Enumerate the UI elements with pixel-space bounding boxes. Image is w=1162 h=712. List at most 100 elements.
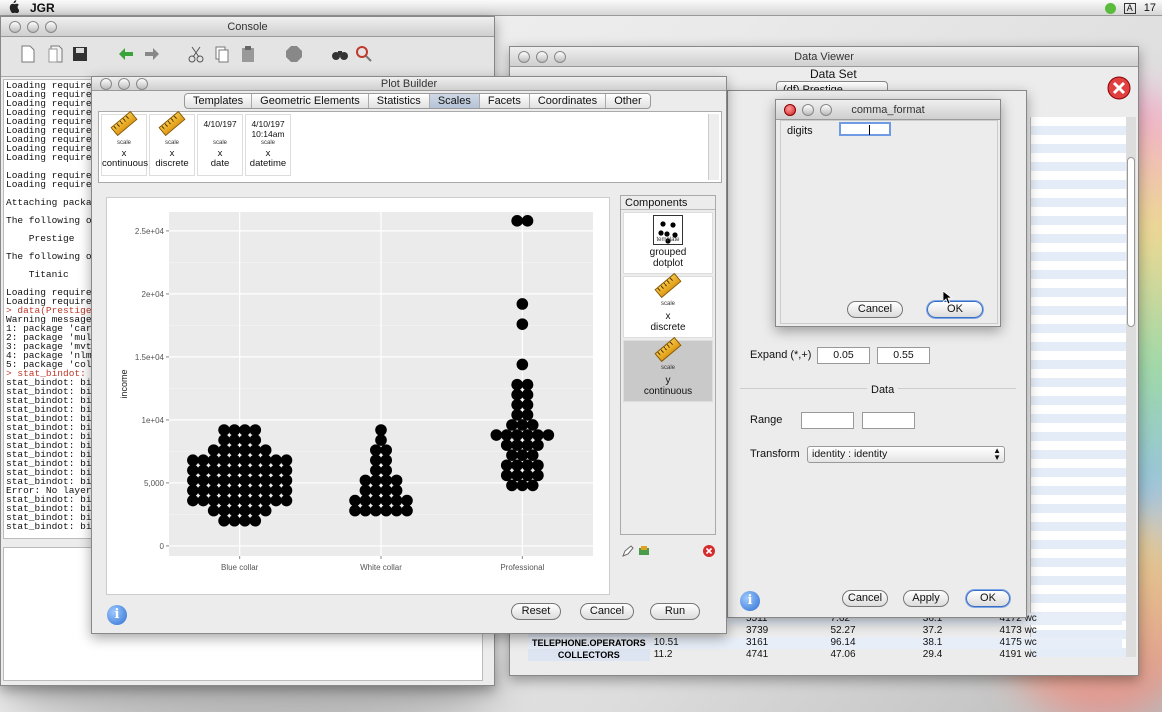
run-button[interactable]: Run [650, 603, 700, 620]
close-window-button[interactable] [518, 51, 530, 63]
transform-select[interactable]: identity : identity ▲ ▼ [807, 446, 1005, 463]
zoom-window-button[interactable] [45, 21, 57, 33]
tab-facets[interactable]: Facets [480, 94, 530, 108]
tab-coordinates[interactable]: Coordinates [530, 94, 607, 108]
find-binoculars-icon[interactable] [331, 45, 349, 63]
data-dot [380, 454, 393, 467]
component-x-discrete[interactable]: scale x discrete [623, 272, 713, 338]
minimize-window-button[interactable] [27, 21, 39, 33]
components-panel: Components template grouped dotplot scale x d… [620, 195, 716, 535]
copy-icon[interactable] [213, 45, 231, 63]
data-dot [280, 474, 293, 487]
minimize-window-button[interactable] [802, 104, 814, 116]
apple-menu-icon[interactable] [0, 0, 26, 16]
console-title: Console [227, 21, 268, 33]
table-row[interactable]: TELEPHONE.OPERATORS 10.51 3161 96.14 38.1 4… [528, 637, 1122, 649]
data-dot [521, 439, 534, 451]
element-palette: scale x continuous scale x discrete 4/10/197 sc… [98, 110, 722, 183]
data-dot [516, 449, 529, 461]
stop-icon[interactable] [285, 45, 303, 63]
data-dot [197, 494, 210, 507]
close-window-button[interactable] [100, 78, 112, 90]
expand-add-input[interactable]: 0.55 [877, 347, 930, 364]
data-dot [526, 419, 539, 431]
app-name[interactable]: JGR [30, 1, 55, 15]
save-icon[interactable] [71, 45, 89, 63]
palette-item-x-discrete[interactable]: scale x discrete [149, 110, 195, 176]
apply-button[interactable]: Apply [903, 590, 949, 607]
paste-icon[interactable] [239, 45, 257, 63]
table-row[interactable]: COLLECTORS 11.2 4741 47.06 29.4 4191 wc [528, 649, 1122, 661]
reset-button[interactable]: Reset [511, 603, 561, 620]
data-dot [390, 504, 403, 517]
minimize-window-button[interactable] [536, 51, 548, 63]
data-dot [521, 388, 534, 401]
close-dataset-icon[interactable] [1106, 75, 1132, 101]
refresh-icon[interactable] [638, 545, 650, 557]
ruler-icon [654, 336, 682, 363]
open-document-icon[interactable] [47, 45, 65, 63]
console-toolbar [1, 37, 494, 77]
vertical-scrollbar[interactable] [1126, 117, 1136, 657]
data-dot [521, 429, 534, 441]
minimize-window-button[interactable] [118, 78, 130, 90]
palette-item-x-datetime[interactable]: 4/10/197 10:14am scale x datetime [245, 114, 291, 176]
range-min-input[interactable] [801, 412, 854, 429]
info-icon[interactable]: i [107, 605, 127, 625]
ruler-icon [158, 110, 186, 137]
comma-format-titlebar[interactable]: comma_format [776, 100, 1000, 120]
help-search-icon[interactable] [355, 45, 373, 63]
digits-input[interactable] [839, 122, 891, 136]
data-dot [218, 454, 230, 467]
tab-other[interactable]: Other [606, 94, 650, 108]
zoom-window-button[interactable] [820, 104, 832, 116]
ok-button[interactable]: OK [966, 590, 1010, 607]
adobe-icon[interactable]: A [1123, 2, 1136, 14]
tab-statistics[interactable]: Statistics [369, 94, 430, 108]
data-dot [521, 398, 534, 411]
range-max-input[interactable] [862, 412, 915, 429]
data-dot [370, 484, 382, 497]
data-dot [359, 504, 372, 517]
status-green-icon[interactable] [1104, 2, 1116, 14]
data-dot [218, 514, 230, 527]
cut-icon[interactable] [187, 45, 205, 63]
ok-button[interactable]: OK [927, 301, 983, 318]
data-grid[interactable] [1030, 117, 1132, 657]
data-dot [506, 449, 518, 461]
new-document-icon[interactable] [19, 45, 37, 63]
palette-item-x-continuous[interactable]: scale x continuous [101, 110, 148, 176]
data-dot [500, 429, 513, 441]
scroll-thumb[interactable] [1127, 157, 1135, 327]
component-grouped-dotplot[interactable]: template grouped dotplot [623, 212, 713, 274]
cancel-button[interactable]: Cancel [847, 301, 903, 318]
transform-value: identity : identity [812, 448, 888, 460]
data-dot [401, 504, 413, 517]
info-icon[interactable]: i [740, 591, 760, 611]
zoom-window-button[interactable] [136, 78, 148, 90]
tab-templates[interactable]: Templates [185, 94, 253, 108]
data-dot [526, 479, 539, 492]
component-y-continuous[interactable]: scale y continuous [623, 336, 713, 402]
cancel-button[interactable]: Cancel [842, 590, 888, 607]
remove-component-icon[interactable] [702, 544, 716, 558]
close-window-button[interactable] [784, 104, 796, 116]
palette-scrollbar[interactable] [708, 114, 719, 180]
redo-icon[interactable] [143, 45, 161, 63]
edit-component-icon[interactable] [622, 545, 634, 557]
data-dot [370, 504, 382, 517]
expand-mult-input[interactable]: 0.05 [817, 347, 870, 364]
data-dot [249, 514, 262, 527]
tab-geometric-elements[interactable]: Geometric Elements [252, 94, 369, 108]
close-window-button[interactable] [9, 21, 21, 33]
cancel-button[interactable]: Cancel [580, 603, 634, 620]
console-titlebar[interactable]: Console [1, 17, 494, 37]
data-viewer-titlebar[interactable]: Data Viewer [510, 47, 1138, 67]
tab-scales[interactable]: Scales [429, 94, 480, 108]
plot-builder-titlebar[interactable]: Plot Builder [92, 77, 726, 91]
data-dot [270, 464, 282, 477]
zoom-window-button[interactable] [554, 51, 566, 63]
data-dot [401, 494, 413, 507]
undo-icon[interactable] [117, 45, 135, 63]
palette-item-x-date[interactable]: 4/10/197 scale x date [197, 114, 243, 176]
